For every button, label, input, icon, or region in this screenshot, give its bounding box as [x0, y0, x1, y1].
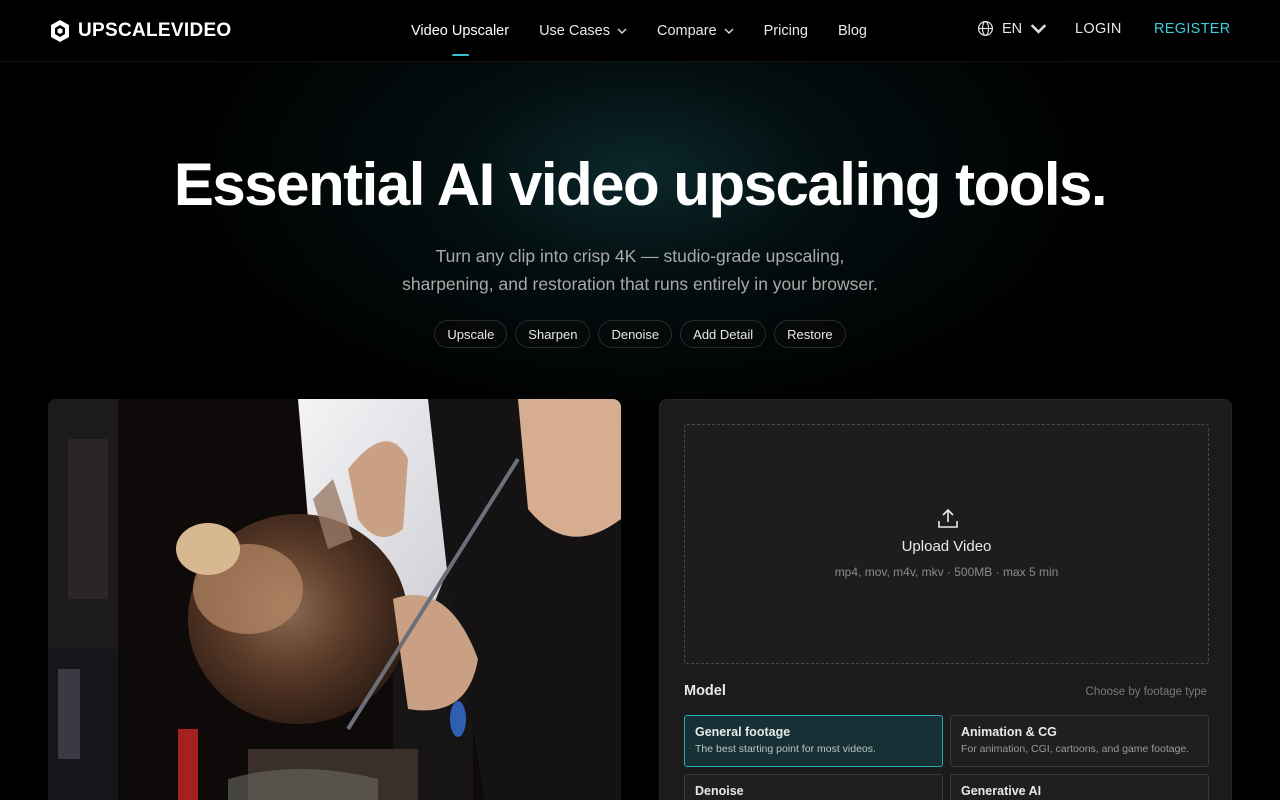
chip-add-detail[interactable]: Add Detail [680, 320, 767, 348]
chevron-down-icon [617, 28, 627, 34]
nav-label: Pricing [763, 23, 808, 39]
hero-subtitle: Turn any clip into crisp 4K — studio-gra… [340, 242, 940, 298]
login-link[interactable]: LOGIN [1075, 21, 1122, 37]
nav-use-cases[interactable]: Use Cases [539, 23, 627, 39]
nav-label: Blog [837, 23, 867, 39]
model-option-title: Animation & CG [961, 725, 1057, 739]
register-link[interactable]: REGISTER [1154, 21, 1231, 37]
nav-label: Video Upscaler [411, 23, 510, 39]
nav-video-upscaler[interactable]: Video Upscaler [411, 23, 510, 56]
chip-denoise[interactable]: Denoise [598, 320, 673, 348]
model-label: Model [684, 683, 726, 699]
chip-restore[interactable]: Restore [774, 320, 846, 348]
brand-logo[interactable]: UPSCALEVIDEO [50, 18, 232, 44]
model-option-desc: For animation, CGI, cartoons, and game f… [961, 743, 1190, 755]
brand-name: UPSCALEVIDEO [78, 20, 232, 41]
chevron-down-icon [1030, 24, 1047, 34]
model-option-general-footage[interactable]: General footage The best starting point … [684, 715, 943, 767]
upload-dropzone[interactable]: Upload Video mp4, mov, m4v, mkv · 500MB … [684, 424, 1209, 664]
language-label: EN [1002, 20, 1023, 37]
model-option-title: General footage [695, 725, 791, 739]
model-option-desc: The best starting point for most videos. [695, 743, 876, 755]
chevron-down-icon [724, 28, 734, 34]
model-hint: Choose by footage type [1085, 686, 1207, 698]
nav-label: Use Cases [539, 23, 610, 39]
feature-chips: Upscale Sharpen Denoise Add Detail Resto… [0, 320, 1280, 348]
video-preview[interactable] [48, 399, 621, 800]
chip-upscale[interactable]: Upscale [434, 320, 508, 348]
model-option-denoise[interactable]: Denoise [684, 774, 943, 800]
model-option-generative-ai[interactable]: Generative AI [950, 774, 1209, 800]
main-nav: Video Upscaler Use Cases Compare Pricing… [411, 0, 897, 62]
model-option-title: Denoise [695, 784, 744, 798]
model-option-animation-cg[interactable]: Animation & CG For animation, CGI, carto… [950, 715, 1209, 767]
nav-label: Compare [657, 23, 717, 39]
nav-blog[interactable]: Blog [838, 23, 867, 39]
globe-icon [977, 20, 994, 37]
nav-pricing[interactable]: Pricing [764, 23, 808, 39]
hero-title: Essential AI video upscaling tools. [173, 151, 1108, 218]
chip-sharpen[interactable]: Sharpen [515, 320, 591, 348]
language-selector[interactable]: EN [977, 20, 1047, 37]
top-navbar: UPSCALEVIDEO Video Upscaler Use Cases Co… [0, 0, 1280, 62]
nav-compare[interactable]: Compare [657, 23, 734, 39]
hero-subtitle-line: sharpening, and restoration that runs en… [402, 274, 878, 294]
cube-logo-icon [51, 20, 69, 42]
upload-title: Upload Video [901, 538, 992, 555]
upload-hint: mp4, mov, m4v, mkv · 500MB · max 5 min [834, 565, 1059, 579]
hero-subtitle-line: Turn any clip into crisp 4K — studio-gra… [435, 246, 845, 266]
model-option-title: Generative AI [961, 784, 1042, 798]
video-frame-image [48, 399, 621, 800]
upscale-panel: Upload Video mp4, mov, m4v, mkv · 500MB … [659, 399, 1232, 800]
upload-icon [938, 508, 958, 528]
